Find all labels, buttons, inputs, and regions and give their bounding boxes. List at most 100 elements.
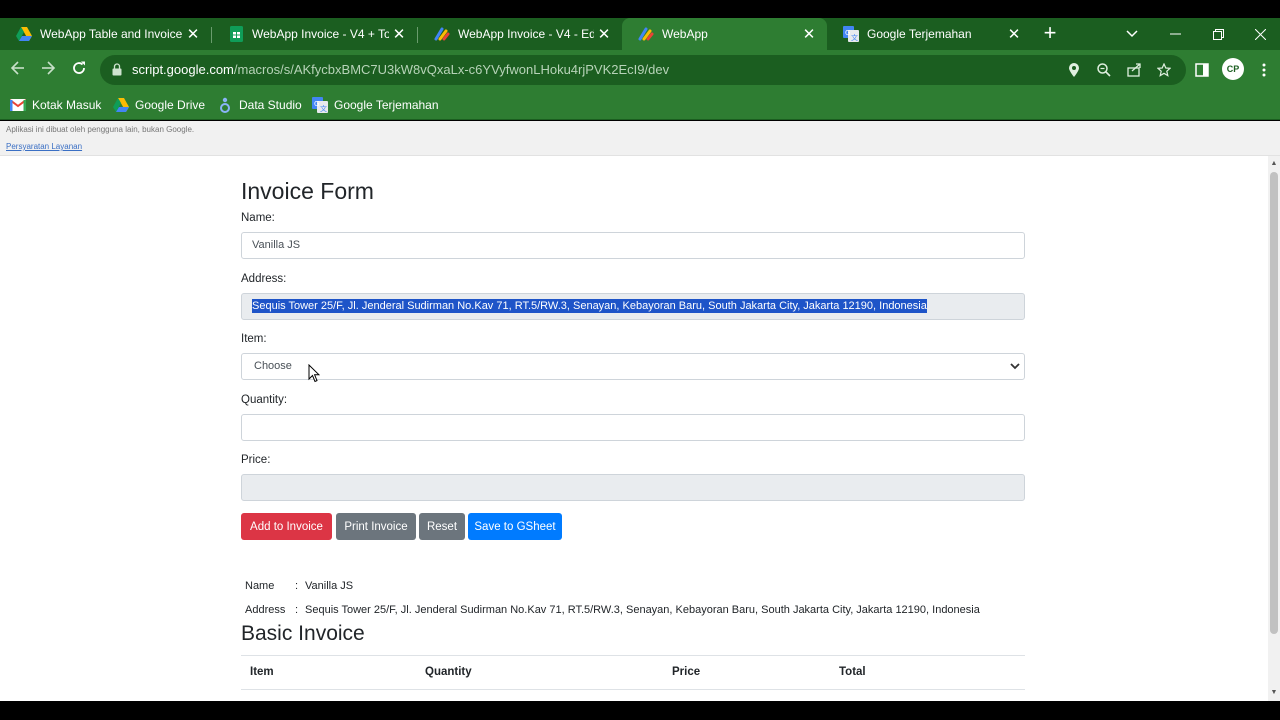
scroll-down-arrow-icon[interactable]: ▼ bbox=[1270, 689, 1278, 697]
mouse-cursor-icon bbox=[308, 364, 320, 383]
svg-text:文: 文 bbox=[851, 33, 858, 42]
close-icon[interactable]: ✕ bbox=[799, 25, 819, 43]
invoice-address-key: Address bbox=[245, 604, 286, 616]
save-to-gsheet-button[interactable]: Save to GSheet bbox=[468, 513, 562, 540]
tab-webapp-table[interactable]: WebApp Table and Invoice - ✕ bbox=[0, 18, 211, 50]
forward-arrow-icon[interactable] bbox=[36, 58, 60, 82]
address-label: Address: bbox=[241, 273, 287, 285]
tab-webapp-invoice-editor[interactable]: WebApp Invoice - V4 - Editor ✕ bbox=[418, 18, 622, 50]
minimize-icon[interactable] bbox=[1155, 18, 1195, 50]
column-header-price: Price bbox=[672, 666, 701, 678]
location-pin-icon[interactable] bbox=[1064, 60, 1084, 80]
quantity-label: Quantity: bbox=[241, 394, 288, 406]
name-label: Name: bbox=[241, 212, 275, 224]
reload-icon[interactable] bbox=[67, 58, 91, 82]
svg-text:G: G bbox=[845, 29, 850, 37]
url-text: script.google.com/macros/s/AKfycbxBMC7U3… bbox=[132, 62, 669, 77]
close-icon[interactable]: ✕ bbox=[389, 25, 409, 43]
bookmark-google-terjemahan[interactable]: G文 Google Terjemahan bbox=[312, 95, 439, 115]
bookmarks-bar: Kotak Masuk Google Drive Data Studio G文 … bbox=[0, 90, 1280, 120]
address-selected-text: Sequis Tower 25/F, Jl. Jenderal Sudirman… bbox=[252, 299, 927, 313]
tab-google-terjemahan[interactable]: G文 Google Terjemahan ✕ bbox=[827, 18, 1032, 50]
lock-icon bbox=[112, 63, 122, 76]
data-studio-icon bbox=[217, 97, 233, 113]
back-arrow-icon[interactable] bbox=[6, 58, 30, 82]
close-icon[interactable]: ✕ bbox=[1004, 25, 1024, 43]
scroll-up-arrow-icon[interactable]: ▲ bbox=[1270, 160, 1278, 168]
svg-text:文: 文 bbox=[320, 104, 327, 113]
bookmark-google-drive[interactable]: Google Drive bbox=[113, 95, 205, 115]
url-host: script.google.com bbox=[132, 62, 234, 77]
bookmark-label: Data Studio bbox=[239, 98, 302, 112]
window-top-bar bbox=[0, 0, 1280, 18]
separator: : bbox=[295, 604, 299, 616]
share-icon[interactable] bbox=[1124, 60, 1144, 80]
page-title: Invoice Form bbox=[241, 178, 374, 204]
reset-button[interactable]: Reset bbox=[419, 513, 465, 540]
item-select[interactable]: Choose bbox=[241, 353, 1025, 380]
tab-title: WebApp Invoice - V4 + Total bbox=[252, 27, 389, 41]
address-toolbar: script.google.com/macros/s/AKfycbxBMC7U3… bbox=[0, 50, 1280, 90]
tab-title: WebApp bbox=[662, 27, 708, 41]
new-tab-plus-icon[interactable]: + bbox=[1038, 22, 1062, 46]
tab-webapp-invoice-sheet[interactable]: WebApp Invoice - V4 + Total ✕ bbox=[212, 18, 417, 50]
tab-webapp[interactable]: WebApp ✕ bbox=[622, 18, 827, 50]
apps-script-warning-banner: Aplikasi ini dibuat oleh pengguna lain, … bbox=[0, 121, 1280, 156]
scrollbar-thumb[interactable] bbox=[1270, 172, 1278, 634]
restore-icon[interactable] bbox=[1198, 18, 1238, 50]
chevron-down-icon bbox=[1010, 363, 1020, 370]
google-drive-icon bbox=[16, 26, 32, 42]
separator: : bbox=[295, 580, 299, 592]
apps-script-icon bbox=[434, 26, 450, 42]
quantity-field[interactable] bbox=[241, 414, 1025, 441]
side-panel-icon[interactable] bbox=[1192, 60, 1212, 80]
profile-avatar[interactable]: CP bbox=[1222, 58, 1244, 80]
print-invoice-button[interactable]: Print Invoice bbox=[336, 513, 416, 540]
page-scrollbar[interactable]: ▲ ▼ bbox=[1268, 156, 1280, 701]
item-label: Item: bbox=[241, 333, 267, 345]
terms-of-service-link[interactable]: Persyaratan Layanan bbox=[6, 142, 82, 151]
add-to-invoice-button[interactable]: Add to Invoice bbox=[241, 513, 332, 540]
invoice-title: Basic Invoice bbox=[241, 622, 365, 645]
price-label: Price: bbox=[241, 454, 271, 466]
invoice-name-value: Vanilla JS bbox=[305, 580, 354, 592]
banner-note: Aplikasi ini dibuat oleh pengguna lain, … bbox=[6, 125, 195, 134]
address-field[interactable]: Sequis Tower 25/F, Jl. Jenderal Sudirman… bbox=[241, 293, 1025, 320]
tab-strip: WebApp Table and Invoice - ✕ WebApp Invo… bbox=[0, 18, 1280, 50]
bookmark-star-icon[interactable] bbox=[1154, 60, 1174, 80]
bookmark-label: Google Drive bbox=[135, 98, 206, 112]
close-window-icon[interactable] bbox=[1240, 18, 1280, 50]
price-field[interactable] bbox=[241, 474, 1025, 501]
column-header-item: Item bbox=[250, 666, 274, 678]
bookmark-kotak-masuk[interactable]: Kotak Masuk bbox=[10, 95, 101, 115]
invoice-address-row: Address: Sequis Tower 25/F, Jl. Jenderal … bbox=[245, 604, 980, 616]
page-content: Invoice Form Name: Vanilla JS Address: S… bbox=[0, 156, 1268, 701]
bookmark-label: Google Terjemahan bbox=[334, 98, 439, 112]
apps-script-icon bbox=[638, 26, 654, 42]
bookmark-label: Kotak Masuk bbox=[32, 98, 102, 112]
bookmark-data-studio[interactable]: Data Studio bbox=[217, 95, 302, 115]
zoom-icon[interactable] bbox=[1094, 60, 1114, 80]
tab-title: WebApp Table and Invoice - bbox=[40, 27, 183, 41]
invoice-address-value: Sequis Tower 25/F, Jl. Jenderal Sudirman… bbox=[305, 604, 980, 616]
close-icon[interactable]: ✕ bbox=[183, 25, 203, 43]
close-icon[interactable]: ✕ bbox=[594, 25, 614, 43]
name-field[interactable]: Vanilla JS bbox=[241, 232, 1025, 259]
google-translate-icon: G文 bbox=[843, 26, 859, 42]
column-header-total: Total bbox=[839, 666, 866, 678]
invoice-name-key: Name bbox=[245, 580, 275, 592]
tab-title: Google Terjemahan bbox=[867, 27, 972, 41]
svg-text:G: G bbox=[314, 100, 319, 108]
tab-search-chevron-icon[interactable] bbox=[1112, 18, 1152, 50]
menu-kebab-icon[interactable] bbox=[1254, 60, 1274, 80]
bottom-edge bbox=[0, 701, 1280, 720]
column-header-quantity: Quantity bbox=[425, 666, 472, 678]
google-drive-icon bbox=[113, 97, 129, 113]
item-select-value: Choose bbox=[254, 360, 292, 372]
invoice-name-row: Name: Vanilla JS bbox=[245, 580, 353, 592]
address-bar[interactable]: script.google.com/macros/s/AKfycbxBMC7U3… bbox=[100, 55, 1186, 85]
google-translate-icon: G文 bbox=[312, 97, 328, 113]
invoice-table-header: Item Quantity Price Total bbox=[241, 655, 1025, 690]
gmail-icon bbox=[10, 97, 26, 113]
url-path: /macros/s/AKfycbxBMC7U3kW8vQxaLx-c6YVyfw… bbox=[233, 62, 670, 77]
